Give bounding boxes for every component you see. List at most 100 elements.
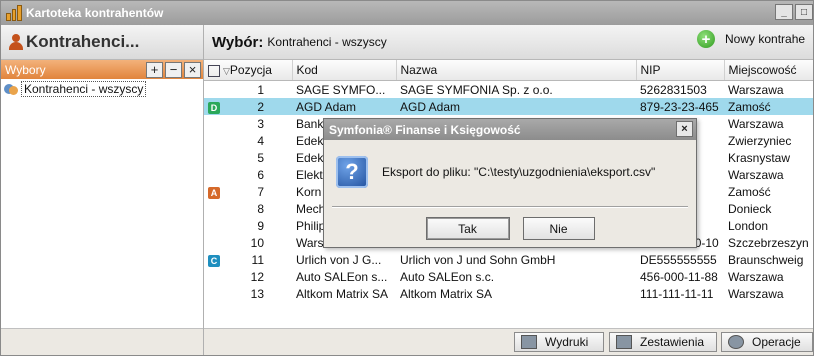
- cell-pozycja: 13: [204, 285, 292, 302]
- cell-miejsc: Donieck: [728, 201, 772, 216]
- status-badge: A: [208, 186, 220, 199]
- status-badge: [208, 218, 220, 230]
- dialog-title: Symfonia® Finanse i Księgowość: [329, 122, 521, 137]
- cell-miejsc: Braunschweig: [728, 252, 804, 267]
- reports-button[interactable]: Zestawienia: [609, 332, 717, 352]
- main-window: Kartoteka kontrahentów _ □ Kontrahenci..…: [0, 0, 814, 356]
- table-row[interactable]: 13 Altkom Matrix SA Altkom Matrix SA 111-11…: [204, 285, 813, 302]
- cell-miejsc: Warszawa: [728, 269, 784, 284]
- question-icon: ?: [336, 156, 368, 188]
- cell-kod: Auto SALEon s...: [296, 269, 388, 284]
- select-all-checkbox[interactable]: [208, 64, 220, 77]
- printer-icon: [521, 335, 537, 349]
- cell-nazwa: Urlich von J und Sohn GmbH: [400, 252, 556, 267]
- wybory-bar: Wybory + − ×: [1, 60, 203, 79]
- cell-pozycja: 9: [204, 217, 292, 234]
- column-header-pozycja[interactable]: ▽Pozycja: [204, 60, 293, 81]
- operations-label: Operacje: [752, 335, 801, 349]
- plus-icon: +: [697, 30, 715, 48]
- dialog-title-bar[interactable]: Symfonia® Finanse i Księgowość ×: [324, 119, 696, 140]
- cell-nip: 111-111-11-11: [640, 286, 714, 301]
- status-badge: [208, 201, 220, 213]
- add-selection-button[interactable]: +: [146, 61, 163, 78]
- dialog-separator: [332, 206, 688, 208]
- cell-nip: 5262831503: [640, 82, 707, 97]
- table-row[interactable]: D 2 AGD Adam AGD Adam 879-23-23-465 Zamość: [204, 98, 813, 115]
- remove-selection-button[interactable]: −: [165, 61, 182, 78]
- left-panel-header: Kontrahenci...: [1, 25, 203, 60]
- status-badge: [208, 167, 220, 179]
- cell-miejsc: Krasnystaw: [728, 150, 791, 165]
- column-header-kod[interactable]: Kod: [292, 60, 397, 81]
- cell-nazwa: AGD Adam: [396, 98, 636, 115]
- cell-miejsc: Zamość: [728, 184, 771, 199]
- status-badge: [208, 133, 220, 145]
- title-bar[interactable]: Kartoteka kontrahentów _ □: [1, 1, 813, 25]
- no-button[interactable]: Nie: [522, 217, 595, 240]
- selection-header: Wybór: Kontrahenci - wszyscy + Nowy kont…: [204, 25, 813, 60]
- cell-miejsc: Warszawa: [728, 116, 784, 131]
- status-badge: [208, 286, 220, 298]
- users-icon: [4, 82, 18, 96]
- cell-nip: 456-000-11-88: [640, 269, 718, 284]
- cell-miejsc: Zwierzyniec: [728, 133, 792, 148]
- left-panel: Kontrahenci... Wybory + − × Kontrahenci …: [1, 25, 204, 355]
- wybor-label: Wybór:: [212, 33, 264, 51]
- table-header-row: ▽Pozycja Kod Nazwa NIP Miejscowość: [204, 60, 813, 81]
- cell-pozycja: 8: [204, 200, 292, 217]
- print-label: Wydruki: [545, 335, 589, 349]
- cell-nazwa: Auto SALEon s.c.: [400, 269, 495, 284]
- table-row[interactable]: C 11 Urlich von J G... Urlich von J und Soh…: [204, 251, 813, 268]
- wybory-label: Wybory: [5, 62, 46, 77]
- export-dialog: Symfonia® Finanse i Księgowość × ? Ekspo…: [323, 118, 697, 248]
- cell-pozycja: 10: [204, 234, 292, 251]
- minimize-button[interactable]: _: [775, 4, 793, 20]
- tree-item-kontrahenci-wszyscy[interactable]: Kontrahenci - wszyscy: [4, 81, 203, 97]
- cell-miejsc: Warszawa: [728, 167, 784, 182]
- cell-miejsc: London: [728, 218, 769, 233]
- status-badge: C: [208, 254, 220, 267]
- app-icon: [6, 5, 23, 21]
- table-row[interactable]: 1 SAGE SYMFO... SAGE SYMFONIA Sp. z o.o. 52…: [204, 81, 813, 99]
- cell-nip: DE555555555: [640, 252, 717, 267]
- status-badge: [208, 82, 220, 94]
- maximize-button[interactable]: □: [795, 4, 813, 20]
- cell-pozycja: 12: [204, 268, 292, 285]
- cell-pozycja: C 11: [204, 251, 292, 268]
- status-badge: [208, 235, 220, 247]
- table-row[interactable]: 12 Auto SALEon s... Auto SALEon s.c. 456-00…: [204, 268, 813, 285]
- yes-button[interactable]: Tak: [425, 217, 510, 240]
- cell-nip: 879-23-23-465: [636, 98, 724, 115]
- status-badge: [208, 269, 220, 281]
- cell-kod: Altkom Matrix SA: [296, 286, 389, 301]
- person-icon: [9, 34, 23, 50]
- tree-item-label: Kontrahenci - wszyscy: [21, 81, 147, 97]
- bottom-toolbar: Wydruki Zestawienia Operacje: [204, 328, 813, 355]
- cell-pozycja: 6: [204, 166, 292, 183]
- window-title: Kartoteka kontrahentów: [26, 6, 164, 20]
- close-selection-button[interactable]: ×: [184, 61, 201, 78]
- status-badge: [208, 150, 220, 162]
- left-status-area: [1, 328, 203, 355]
- print-button[interactable]: Wydruki: [514, 332, 604, 352]
- new-contractor-button[interactable]: + Nowy kontrahe: [697, 30, 805, 48]
- cell-miejsc: Szczebrzeszyn: [728, 235, 809, 250]
- cell-pozycja: D2: [204, 98, 292, 115]
- reports-label: Zestawienia: [640, 335, 705, 349]
- column-header-nip[interactable]: NIP: [636, 60, 725, 81]
- cell-miejsc: Warszawa: [728, 82, 784, 97]
- status-badge: D: [208, 101, 220, 114]
- cell-pozycja: 4: [204, 132, 292, 149]
- dialog-close-button[interactable]: ×: [676, 121, 693, 137]
- status-badge: [208, 116, 220, 128]
- cell-kod: Urlich von J G...: [296, 252, 382, 267]
- new-contractor-label: Nowy kontrahe: [725, 32, 806, 46]
- cell-miejsc: Zamość: [724, 98, 813, 115]
- cell-kod: AGD Adam: [292, 98, 396, 115]
- column-header-nazwa[interactable]: Nazwa: [396, 60, 637, 81]
- dialog-message: Eksport do pliku: "C:\testy\uzgodnienia\…: [382, 165, 656, 179]
- operations-button[interactable]: Operacje: [721, 332, 813, 352]
- cell-miejsc: Warszawa: [728, 286, 784, 301]
- column-header-miejscowosc[interactable]: Miejscowość: [724, 60, 813, 81]
- gear-icon: [728, 335, 744, 349]
